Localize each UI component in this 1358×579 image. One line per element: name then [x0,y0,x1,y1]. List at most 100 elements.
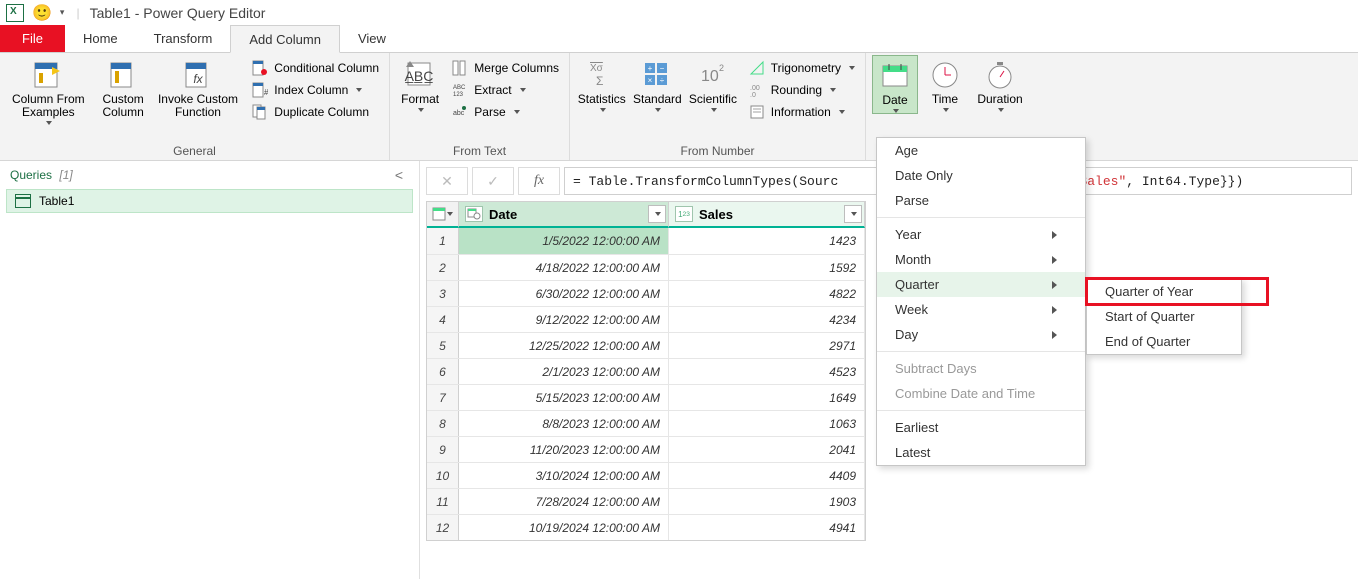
cell-sales[interactable]: 4409 [669,463,865,488]
custom-column-button[interactable]: Custom Column [95,55,152,119]
row-number[interactable]: 6 [427,359,459,384]
cell-date[interactable]: 4/18/2022 12:00:00 AM [459,255,669,280]
column-filter-button[interactable] [844,205,862,223]
cell-date[interactable]: 5/15/2023 12:00:00 AM [459,385,669,410]
menu-item-latest[interactable]: Latest [877,440,1085,465]
menu-item-day[interactable]: Day [877,322,1085,347]
cell-sales[interactable]: 1423 [669,228,865,254]
menu-item-date-only[interactable]: Date Only [877,163,1085,188]
time-button[interactable]: Time [922,55,968,112]
menu-item-quarter[interactable]: Quarter [877,272,1085,297]
row-number[interactable]: 8 [427,411,459,436]
account-smiley-icon[interactable]: 🙂 [32,3,52,23]
table-row[interactable]: 88/8/2023 12:00:00 AM1063 [427,410,865,436]
scientific-button[interactable]: 102 Scientific [687,55,739,112]
date-button[interactable]: Date [872,55,918,114]
query-item-table1[interactable]: Table1 [6,189,413,213]
row-number[interactable]: 7 [427,385,459,410]
row-number[interactable]: 4 [427,307,459,332]
menu-item-month[interactable]: Month [877,247,1085,272]
parse-button[interactable]: abc Parse [448,103,563,121]
cell-date[interactable]: 6/30/2022 12:00:00 AM [459,281,669,306]
int-type-icon[interactable]: 123 [675,206,693,222]
cell-sales[interactable]: 4822 [669,281,865,306]
duplicate-column-button[interactable]: Duplicate Column [248,103,383,121]
rounding-label: Rounding [771,83,822,97]
cell-date[interactable]: 2/1/2023 12:00:00 AM [459,359,669,384]
menu-item-parse[interactable]: Parse [877,188,1085,213]
table-row[interactable]: 911/20/2023 12:00:00 AM2041 [427,436,865,462]
fx-button[interactable]: fx [518,167,560,195]
rounding-button[interactable]: .00.0 Rounding [745,81,859,99]
cell-sales[interactable]: 2971 [669,333,865,358]
cell-sales[interactable]: 4234 [669,307,865,332]
qat-dropdown[interactable]: ▾ [60,7,65,18]
table-row[interactable]: 75/15/2023 12:00:00 AM1649 [427,384,865,410]
table-row[interactable]: 512/25/2022 12:00:00 AM2971 [427,332,865,358]
cell-sales[interactable]: 1903 [669,489,865,514]
tab-add-column[interactable]: Add Column [230,25,340,53]
invoke-custom-function-button[interactable]: fx Invoke Custom Function [156,55,241,119]
information-button[interactable]: Information [745,103,859,121]
menu-item-end-of-quarter[interactable]: End of Quarter [1087,329,1267,354]
trigonometry-button[interactable]: Trigonometry [745,59,859,77]
cell-date[interactable]: 8/8/2023 12:00:00 AM [459,411,669,436]
index-column-button[interactable]: # Index Column [248,81,383,99]
table-row[interactable]: 36/30/2022 12:00:00 AM4822 [427,280,865,306]
cell-date[interactable]: 1/5/2022 12:00:00 AM [459,228,669,254]
menu-item-earliest[interactable]: Earliest [877,415,1085,440]
conditional-column-button[interactable]: Conditional Column [248,59,383,77]
extract-button[interactable]: ABC123 Extract [448,81,563,99]
select-all-corner[interactable] [427,202,459,228]
menu-item-start-of-quarter[interactable]: Start of Quarter [1087,304,1267,329]
merge-columns-button[interactable]: Merge Columns [448,59,563,77]
cell-date[interactable]: 3/10/2024 12:00:00 AM [459,463,669,488]
column-from-examples-button[interactable]: Column From Examples [6,55,91,125]
table-row[interactable]: 117/28/2024 12:00:00 AM1903 [427,488,865,514]
table-row[interactable]: 11/5/2022 12:00:00 AM1423 [427,228,865,254]
tab-file[interactable]: File [0,25,65,52]
cell-sales[interactable]: 4941 [669,515,865,540]
cell-date[interactable]: 12/25/2022 12:00:00 AM [459,333,669,358]
row-number[interactable]: 2 [427,255,459,280]
row-number[interactable]: 12 [427,515,459,540]
collapse-queries-button[interactable]: < [389,167,409,183]
cancel-formula-button[interactable]: ✕ [426,167,468,195]
column-filter-button[interactable] [648,205,666,223]
cell-date[interactable]: 9/12/2022 12:00:00 AM [459,307,669,332]
tab-home[interactable]: Home [65,25,136,52]
menu-item-year[interactable]: Year [877,222,1085,247]
datetime-type-icon[interactable] [465,206,483,222]
standard-button[interactable]: +−×÷ Standard [632,55,684,112]
table-row[interactable]: 49/12/2022 12:00:00 AM4234 [427,306,865,332]
format-button[interactable]: A̲B̲C̲ Format [396,55,444,112]
row-number[interactable]: 9 [427,437,459,462]
row-number[interactable]: 1 [427,228,459,254]
table-row[interactable]: 1210/19/2024 12:00:00 AM4941 [427,514,865,540]
cell-sales[interactable]: 4523 [669,359,865,384]
duration-button[interactable]: Duration [972,55,1028,112]
statistics-button[interactable]: XσΣ Statistics [576,55,628,112]
tab-transform[interactable]: Transform [136,25,231,52]
menu-item-quarter-of-year[interactable]: Quarter of Year [1087,279,1267,304]
cell-date[interactable]: 10/19/2024 12:00:00 AM [459,515,669,540]
cell-sales[interactable]: 2041 [669,437,865,462]
row-number[interactable]: 10 [427,463,459,488]
column-header-date[interactable]: Date [459,202,669,228]
tab-view[interactable]: View [340,25,404,52]
table-row[interactable]: 24/18/2022 12:00:00 AM1592 [427,254,865,280]
cell-date[interactable]: 11/20/2023 12:00:00 AM [459,437,669,462]
row-number[interactable]: 3 [427,281,459,306]
table-row[interactable]: 62/1/2023 12:00:00 AM4523 [427,358,865,384]
row-number[interactable]: 11 [427,489,459,514]
menu-item-week[interactable]: Week [877,297,1085,322]
menu-item-age[interactable]: Age [877,138,1085,163]
cell-sales[interactable]: 1649 [669,385,865,410]
column-header-sales[interactable]: 123 Sales [669,202,865,228]
commit-formula-button[interactable]: ✓ [472,167,514,195]
table-row[interactable]: 103/10/2024 12:00:00 AM4409 [427,462,865,488]
row-number[interactable]: 5 [427,333,459,358]
cell-date[interactable]: 7/28/2024 12:00:00 AM [459,489,669,514]
cell-sales[interactable]: 1063 [669,411,865,436]
cell-sales[interactable]: 1592 [669,255,865,280]
